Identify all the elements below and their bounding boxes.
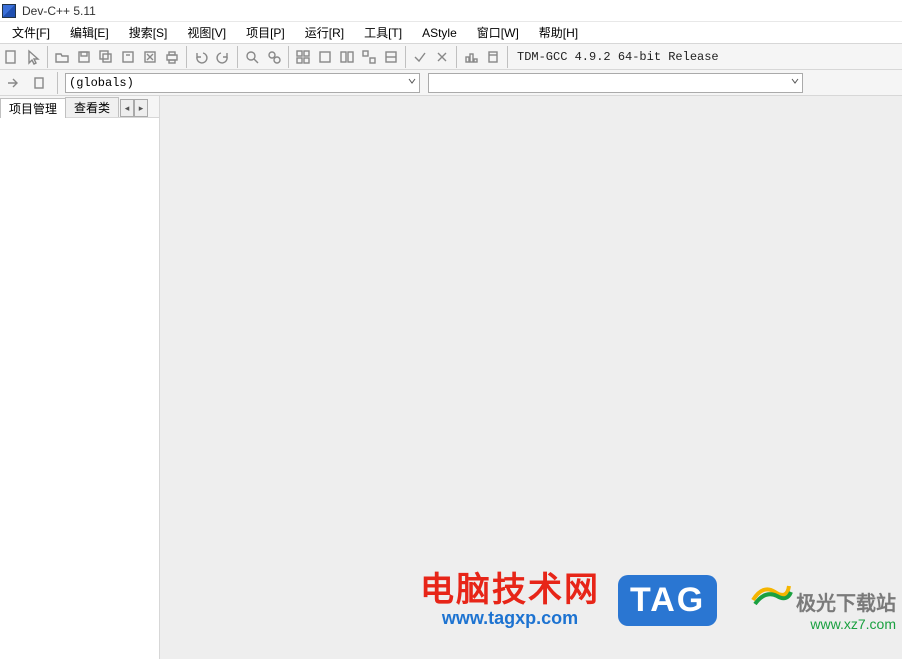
menu-run[interactable]: 运行[R] [295, 22, 354, 43]
app-title: Dev-C++ 5.11 [22, 4, 96, 18]
close-icon[interactable] [139, 46, 161, 68]
watermark-red-line2: www.tagxp.com [420, 609, 600, 629]
save-icon[interactable] [73, 46, 95, 68]
member-combo[interactable] [428, 73, 803, 93]
undo-icon[interactable] [190, 46, 212, 68]
print-icon[interactable] [161, 46, 183, 68]
run-icon[interactable] [314, 46, 336, 68]
watermark-tag-box: TAG [618, 575, 717, 626]
sidebar: 项目管理 查看类 ◂ ▸ [0, 96, 160, 659]
watermark-jg-line1: 极光下载站 [796, 593, 896, 615]
menu-edit[interactable]: 编辑[E] [60, 22, 119, 43]
profile-icon[interactable] [460, 46, 482, 68]
clean-icon[interactable] [482, 46, 504, 68]
compile-icon[interactable] [292, 46, 314, 68]
tab-scroll-left[interactable]: ◂ [120, 99, 134, 117]
chevron-down-icon [407, 76, 417, 90]
watermark-red: 电脑技术网 www.tagxp.com [420, 572, 600, 629]
save-all-icon[interactable] [95, 46, 117, 68]
debug-icon[interactable] [380, 46, 402, 68]
watermark-left: 电脑技术网 www.tagxp.com TAG [420, 572, 717, 629]
main-area: 项目管理 查看类 ◂ ▸ 电脑技术网 www.tagxp.com TAG 极光下… [0, 96, 902, 659]
tab-scroll: ◂ ▸ [120, 99, 148, 117]
editor-area: 电脑技术网 www.tagxp.com TAG 极光下载站 www.xz7.co… [160, 96, 902, 659]
toolbar: TDM-GCC 4.9.2 64-bit Release [0, 44, 902, 70]
menu-search[interactable]: 搜索[S] [119, 22, 178, 43]
menu-astyle[interactable]: AStyle [412, 24, 467, 42]
scope-combo-value: (globals) [69, 76, 134, 90]
app-icon [2, 4, 16, 18]
compile-run-icon[interactable] [336, 46, 358, 68]
sidebar-content [0, 118, 159, 659]
goto-icon[interactable] [2, 72, 24, 94]
tab-project-manage[interactable]: 项目管理 [0, 98, 66, 118]
menu-file[interactable]: 文件[F] [2, 22, 60, 43]
rebuild-icon[interactable] [358, 46, 380, 68]
find-icon[interactable] [241, 46, 263, 68]
redo-icon[interactable] [212, 46, 234, 68]
menu-view[interactable]: 视图[V] [177, 22, 236, 43]
watermark-jg-line2: www.xz7.com [810, 616, 896, 632]
titlebar: Dev-C++ 5.11 [0, 0, 902, 22]
open-icon[interactable] [51, 46, 73, 68]
cancel-icon[interactable] [431, 46, 453, 68]
menubar: 文件[F] 编辑[E] 搜索[S] 视图[V] 项目[P] 运行[R] 工具[T… [0, 22, 902, 44]
save-as-icon[interactable] [117, 46, 139, 68]
menu-project[interactable]: 项目[P] [236, 22, 295, 43]
chevron-down-icon [790, 76, 800, 90]
tab-class-view[interactable]: 查看类 [65, 97, 119, 117]
scope-combo[interactable]: (globals) [65, 73, 420, 93]
new-file-icon[interactable] [0, 46, 22, 68]
watermark-red-line1: 电脑技术网 [420, 572, 600, 609]
secondbar: (globals) [0, 70, 902, 96]
menu-window[interactable]: 窗口[W] [467, 22, 529, 43]
replace-icon[interactable] [263, 46, 285, 68]
compiler-label: TDM-GCC 4.9.2 64-bit Release [517, 50, 719, 64]
sidebar-tabstrip: 项目管理 查看类 ◂ ▸ [0, 96, 159, 118]
cursor-icon[interactable] [22, 46, 44, 68]
menu-tools[interactable]: 工具[T] [354, 22, 412, 43]
swirl-icon [749, 578, 793, 610]
check-icon[interactable] [409, 46, 431, 68]
bookmark-icon[interactable] [28, 72, 50, 94]
tab-scroll-right[interactable]: ▸ [134, 99, 148, 117]
watermark-tag: TAG [618, 575, 717, 626]
watermark-right: 极光下载站 www.xz7.com [749, 578, 896, 633]
menu-help[interactable]: 帮助[H] [529, 22, 588, 43]
